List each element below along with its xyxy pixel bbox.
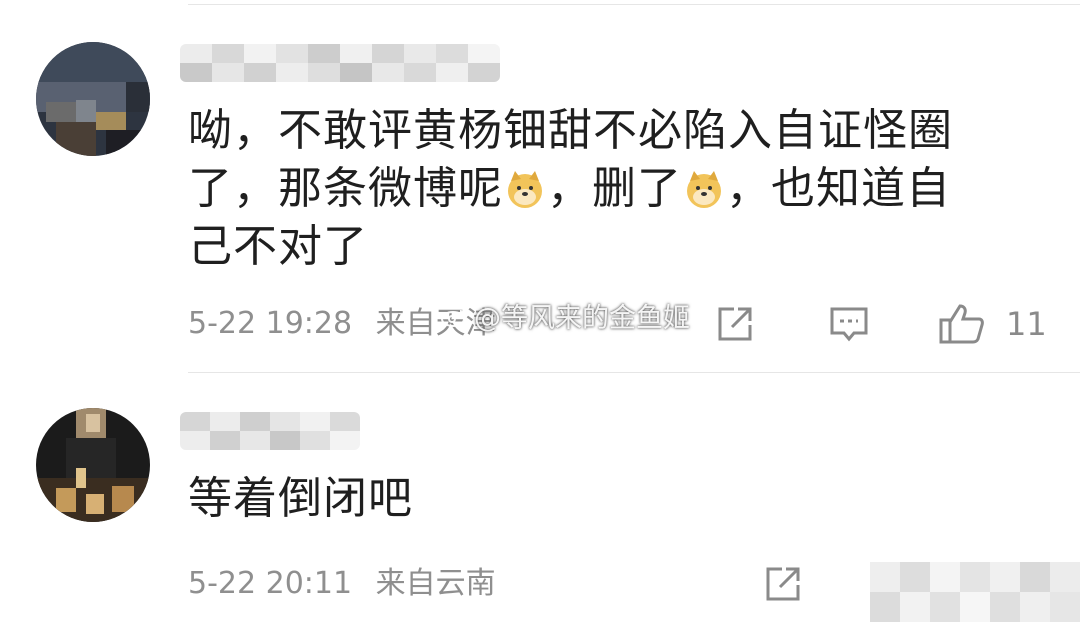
comment-icon — [830, 307, 868, 342]
share-icon — [718, 307, 752, 341]
comment-line: 了，那条微博呢 ，删了 ，也知道自 — [188, 160, 1028, 218]
comment-date: 5-22 20:11 — [188, 566, 353, 601]
username-blurred[interactable] — [180, 44, 500, 82]
share-button[interactable] — [714, 302, 756, 346]
comment-line: 呦，不敢评黄杨钿甜不必陷入自证怪圈 — [188, 105, 953, 156]
comment-location: 来自云南 — [375, 566, 496, 601]
blur-mosaic — [870, 562, 1080, 622]
thumbs-up-icon — [939, 304, 984, 344]
avatar[interactable] — [36, 408, 150, 522]
weibo-watermark: @等风来的金鱼姬 — [440, 296, 690, 335]
comment-line: 等着倒闭吧 — [188, 473, 413, 524]
share-button[interactable] — [762, 562, 804, 606]
watermark-text: @等风来的金鱼姬 — [474, 303, 690, 334]
comment-meta: 5-22 20:11 来自云南 — [188, 564, 510, 604]
comment-fragment: 了，那条微博呢 — [188, 163, 503, 214]
doge-emoji-icon — [684, 166, 724, 208]
weibo-logo-icon — [440, 304, 470, 328]
top-divider — [188, 4, 1080, 5]
username-blurred[interactable] — [180, 412, 360, 450]
comment-divider — [188, 372, 1080, 373]
comment-fragment: ，也知道自 — [726, 163, 951, 214]
like-button[interactable]: 11 — [938, 302, 1047, 346]
comment-button[interactable] — [828, 302, 870, 346]
like-count: 11 — [1006, 305, 1047, 343]
comment-text: 呦，不敢评黄杨钿甜不必陷入自证怪圈 了，那条微博呢 ，删了 ，也知道自 己不对了 — [188, 102, 1028, 276]
comment-fragment: ，删了 — [547, 163, 682, 214]
comment-text: 等着倒闭吧 — [188, 470, 1028, 528]
doge-emoji-icon — [505, 166, 545, 208]
comment-date: 5-22 19:28 — [188, 306, 353, 341]
comment-line: 己不对了 — [188, 221, 368, 272]
avatar[interactable] — [36, 42, 150, 156]
share-icon — [766, 567, 800, 601]
